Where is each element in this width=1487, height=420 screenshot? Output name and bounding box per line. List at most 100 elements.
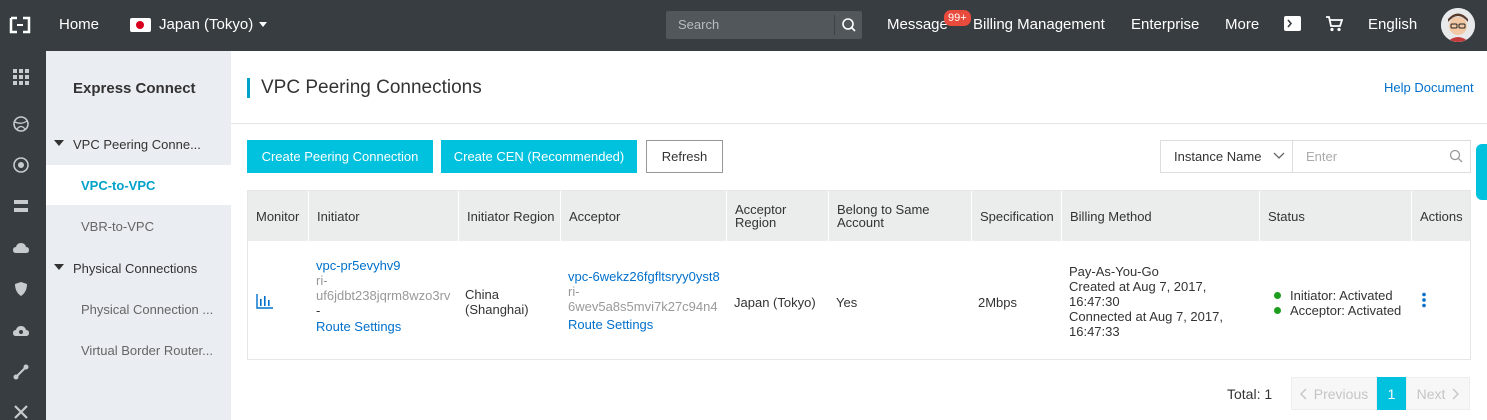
initiator-vpc-link[interactable]: vpc-pr5evyhv9: [316, 258, 461, 273]
globe-icon[interactable]: [12, 115, 30, 133]
same-account-value: Yes: [836, 295, 858, 310]
next-label: Next: [1416, 385, 1446, 402]
search-input[interactable]: Search: [666, 11, 862, 39]
instance-filter: Instance Name Enter: [1160, 140, 1471, 173]
column-header-acceptor-region: Acceptor Region: [726, 191, 828, 241]
status-active-dot: [1274, 292, 1281, 300]
create-cen-button[interactable]: Create CEN (Recommended): [441, 140, 637, 173]
product-icon-rail: [0, 51, 46, 420]
console-logo-icon[interactable]: [8, 14, 32, 36]
home-link[interactable]: Home: [59, 16, 99, 33]
page-number-button[interactable]: 1: [1377, 377, 1406, 410]
table-header: Monitor Initiator Initiator Region Accep…: [248, 191, 1470, 241]
link-icon[interactable]: [12, 363, 30, 381]
column-header-acceptor: Acceptor: [560, 191, 726, 241]
initiator-router-id: ri-: [316, 273, 328, 288]
sidebar-group-physical-connections[interactable]: Physical Connections: [46, 248, 231, 288]
initiator-route-settings-link[interactable]: Route Settings: [316, 319, 461, 334]
shield-icon[interactable]: [12, 280, 30, 298]
more-link[interactable]: More: [1225, 16, 1259, 33]
chevron-right-icon: [1452, 388, 1460, 399]
billing-method-value: Pay-As-You-Go: [1069, 264, 1159, 279]
more-actions-icon[interactable]: [1421, 292, 1427, 308]
sidebar-item-label: VPC-to-VPC: [81, 178, 156, 193]
cloud-settings-icon[interactable]: [12, 322, 30, 340]
header-divider: [231, 123, 1487, 124]
search-placeholder: Search: [678, 17, 720, 32]
monitor-chart-icon[interactable]: [256, 293, 274, 309]
sidebar-item-vbr-to-vpc[interactable]: VBR-to-VPC: [46, 206, 231, 246]
caret-down-icon: [259, 22, 268, 27]
server-icon[interactable]: [12, 197, 30, 215]
message-count-badge: 99+: [944, 10, 971, 26]
collapse-triangle-icon: [54, 264, 64, 270]
status-active-dot: [1274, 307, 1281, 315]
refresh-button[interactable]: Refresh: [646, 140, 723, 173]
column-header-initiator-region: Initiator Region: [458, 191, 560, 241]
acceptor-router-id-cont: 6wev5a8s5mvi7k27c94n4: [568, 299, 718, 314]
sidebar-item-physical-connection[interactable]: Physical Connection ...: [46, 289, 231, 329]
column-header-status: Status: [1259, 191, 1411, 241]
instance-filter-select[interactable]: Instance Name: [1161, 141, 1293, 172]
tools-icon[interactable]: [12, 403, 30, 420]
previous-label: Previous: [1313, 385, 1369, 402]
language-selector[interactable]: English: [1368, 16, 1417, 33]
acceptor-router-id: ri-: [568, 284, 580, 299]
help-document-link[interactable]: Help Document: [1384, 80, 1474, 95]
column-header-same-account: Belong to Same Account: [828, 191, 971, 241]
sidebar-group-vpc-peering[interactable]: VPC Peering Conne...: [46, 124, 231, 164]
column-header-monitor: Monitor: [256, 208, 300, 224]
initiator-status: Initiator: Activated: [1290, 288, 1393, 303]
sidebar-item-label: Virtual Border Router...: [81, 343, 213, 358]
acceptor-region-value: Japan (Tokyo): [734, 295, 816, 310]
enterprise-link[interactable]: Enterprise: [1131, 16, 1199, 33]
vpc-peering-table: Monitor Initiator Initiator Region Accep…: [247, 190, 1471, 360]
total-count: Total: 1: [1227, 386, 1273, 402]
collapse-triangle-icon: [54, 140, 64, 146]
chevron-left-icon: [1299, 388, 1307, 399]
billing-management-link[interactable]: Billing Management: [973, 16, 1105, 33]
user-avatar[interactable]: [1441, 8, 1475, 42]
previous-page-button[interactable]: Previous: [1291, 377, 1377, 410]
page-title: VPC Peering Connections: [247, 78, 482, 98]
initiator-separator: -: [316, 303, 321, 318]
sidebar-item-virtual-border-router[interactable]: Virtual Border Router...: [46, 330, 231, 370]
instance-filter-input[interactable]: Enter: [1306, 149, 1337, 164]
column-header-actions: Actions: [1411, 191, 1470, 241]
terminal-icon[interactable]: [1284, 16, 1301, 31]
column-header-initiator: Initiator: [308, 191, 458, 241]
create-peering-connection-button[interactable]: Create Peering Connection: [247, 140, 433, 173]
sidebar-group-label: VPC Peering Conne...: [73, 137, 201, 152]
chevron-down-icon: [1273, 152, 1285, 159]
column-header-billing-method: Billing Method: [1061, 191, 1259, 241]
japan-flag-icon: [130, 17, 151, 32]
instance-filter-select-label: Instance Name: [1174, 149, 1262, 164]
top-navigation-bar: Home Japan (Tokyo) Search Message 99+ Bi…: [0, 0, 1487, 51]
acceptor-vpc-link[interactable]: vpc-6wekz26fgfltsryy0yst8: [568, 269, 728, 284]
sidebar-item-vpc-to-vpc[interactable]: VPC-to-VPC: [46, 165, 231, 205]
network-icon[interactable]: [12, 156, 30, 174]
region-label: Japan (Tokyo): [159, 16, 254, 33]
search-icon[interactable]: [1449, 149, 1463, 163]
shopping-cart-icon[interactable]: [1325, 16, 1343, 32]
acceptor-route-settings-link[interactable]: Route Settings: [568, 317, 728, 332]
region-selector[interactable]: Japan (Tokyo): [130, 16, 268, 33]
specification-value: 2Mbps: [978, 295, 1018, 310]
initiator-router-id-cont: uf6jdbt238jqrm8wzo3rv: [316, 288, 451, 303]
sidebar-group-label: Physical Connections: [73, 261, 198, 276]
acceptor-status: Acceptor: Activated: [1290, 303, 1402, 318]
message-link[interactable]: Message: [887, 16, 948, 33]
next-page-button[interactable]: Next: [1406, 377, 1470, 410]
search-icon[interactable]: [841, 17, 857, 33]
sidebar-item-label: VBR-to-VPC: [81, 219, 154, 234]
initiator-region-value-cont: (Shanghai): [465, 302, 529, 317]
connected-at-time: 16:47:33: [1069, 324, 1120, 339]
sidebar-item-label: Physical Connection ...: [81, 302, 214, 317]
user-avatar-icon: [1441, 8, 1475, 42]
side-panel-toggle[interactable]: [1476, 144, 1487, 200]
cloud-upload-icon[interactable]: [12, 239, 30, 257]
column-header-specification: Specification: [971, 191, 1061, 241]
apps-grid-icon[interactable]: [12, 68, 30, 86]
express-connect-sidebar: Express Connect VPC Peering Conne... VPC…: [46, 51, 231, 420]
created-at-value: Created at Aug 7, 2017,: [1069, 279, 1207, 294]
